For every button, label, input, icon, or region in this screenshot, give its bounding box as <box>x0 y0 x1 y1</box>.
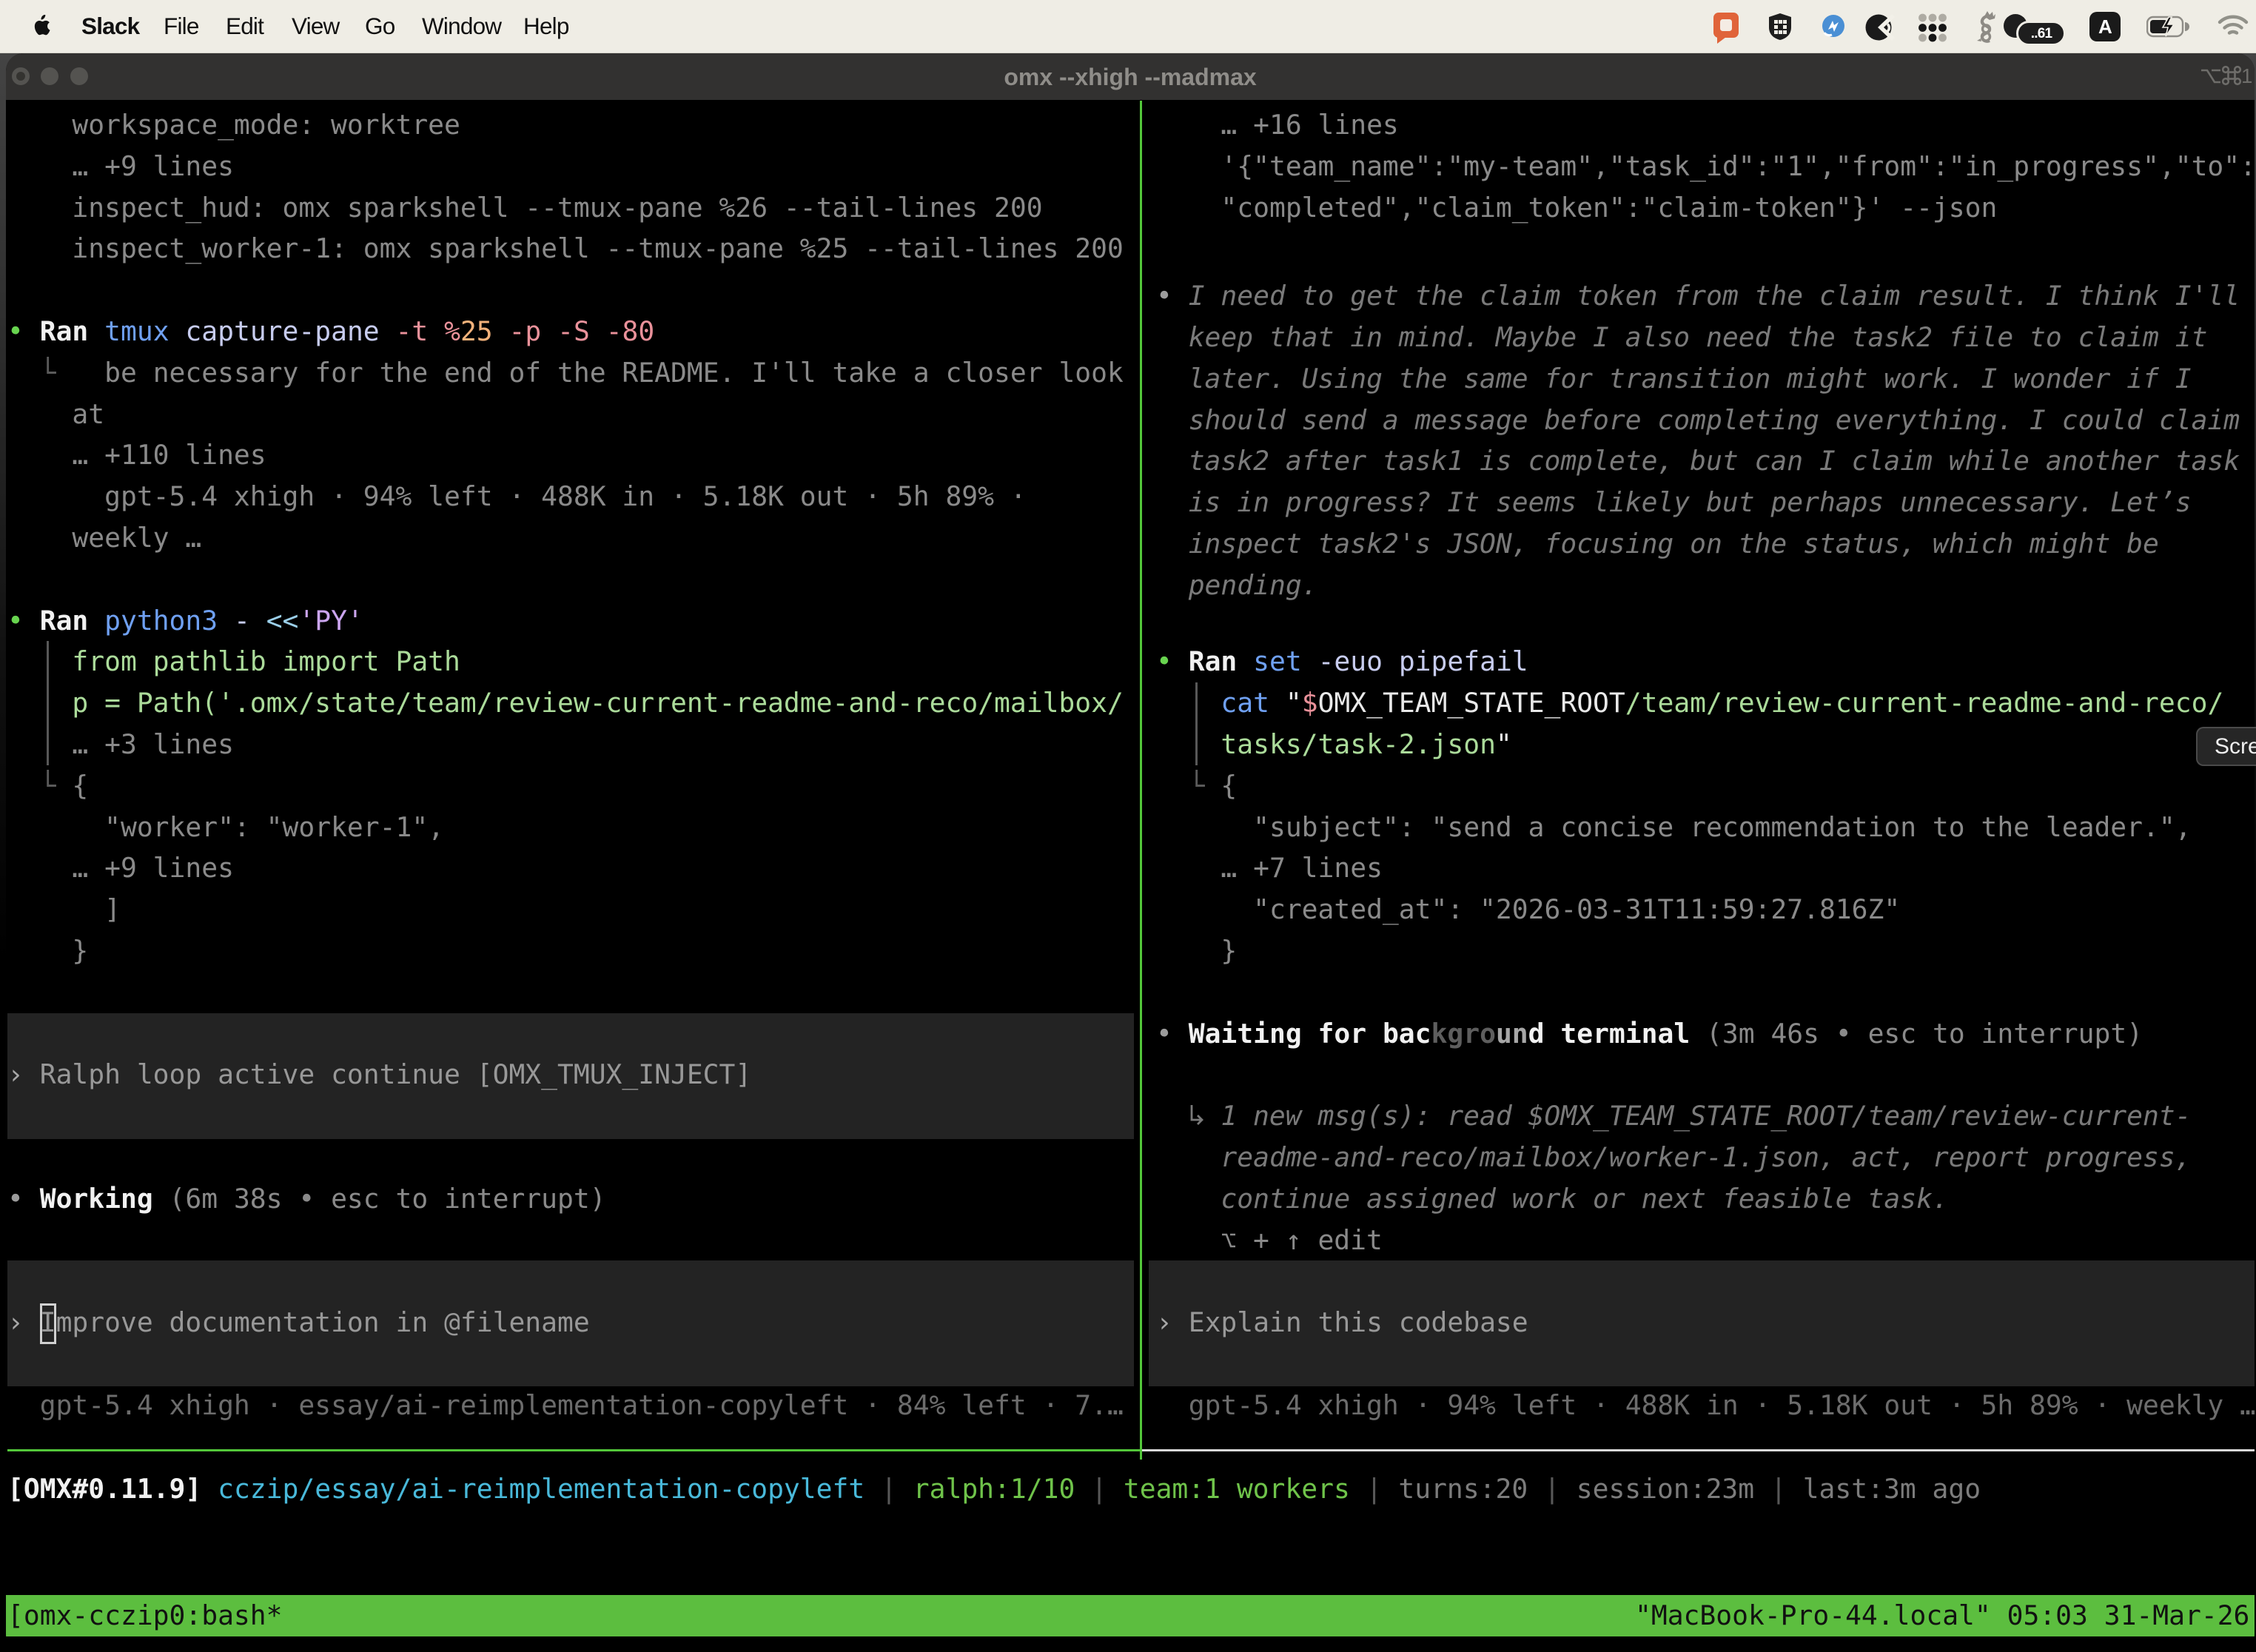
svg-text:A: A <box>2098 16 2112 38</box>
svg-text:..61: ..61 <box>2031 26 2053 41</box>
svg-text:1: 1 <box>2241 64 2252 87</box>
